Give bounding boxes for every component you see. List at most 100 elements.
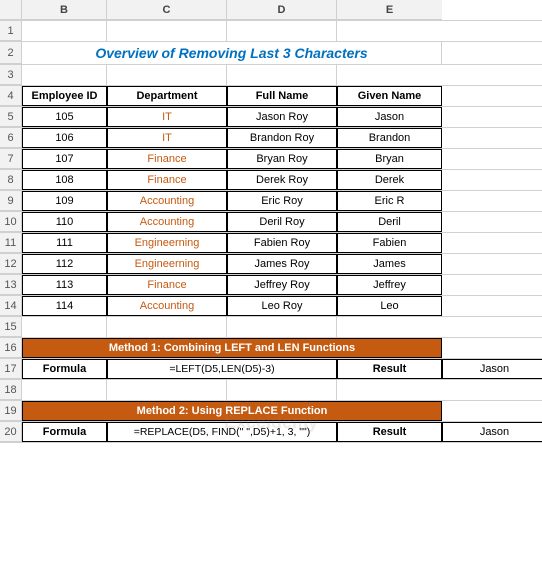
cell-dept-8: Finance (107, 170, 227, 190)
data-row-12: 12 112 Engineerning James Roy James (0, 254, 542, 275)
method2-result: Jason (442, 422, 542, 442)
method2-label: Formula (22, 422, 107, 442)
cell-d3 (227, 65, 337, 85)
row-num-12: 12 (0, 254, 22, 274)
row-num-4: 4 (0, 86, 22, 106)
cell-c1 (107, 21, 227, 41)
row-num-3: 3 (0, 65, 22, 85)
method2-header: Method 2: Using REPLACE Function (22, 401, 442, 421)
row-num-11: 11 (0, 233, 22, 253)
cell-given-5: Jason (337, 107, 442, 127)
corner-header (0, 0, 22, 20)
row-num-20: 20 (0, 422, 22, 442)
col-e-header: E (337, 0, 442, 20)
spreadsheet-container: B C D E 1 2 Overview of Removing Last 3 … (0, 0, 542, 443)
header-department: Department (107, 86, 227, 106)
method1-header: Method 1: Combining LEFT and LEN Functio… (22, 338, 442, 358)
cell-full-9: Eric Roy (227, 191, 337, 211)
header-employee-id: Employee ID (22, 86, 107, 106)
cell-id-5: 105 (22, 107, 107, 127)
data-row-7: 7 107 Finance Bryan Roy Bryan (0, 149, 542, 170)
cell-dept-10: Accounting (107, 212, 227, 232)
cell-dept-5: IT (107, 107, 227, 127)
row-4-headers: 4 Employee ID Department Full Name Given… (0, 86, 542, 107)
cell-id-9: 109 (22, 191, 107, 211)
cell-dept-14: Accounting (107, 296, 227, 316)
row-num-5: 5 (0, 107, 22, 127)
cell-e18 (337, 380, 442, 400)
header-given-name: Given Name (337, 86, 442, 106)
row-num-18: 18 (0, 380, 22, 400)
row-num-17: 17 (0, 359, 22, 379)
col-b-header: B (22, 0, 107, 20)
cell-full-10: Deril Roy (227, 212, 337, 232)
row-20: 20 Formula =REPLACE(D5, FIND(" ",D5)+1, … (0, 422, 542, 443)
cell-id-12: 112 (22, 254, 107, 274)
data-row-8: 8 108 Finance Derek Roy Derek (0, 170, 542, 191)
data-row-10: 10 110 Accounting Deril Roy Deril (0, 212, 542, 233)
method1-result-label: Result (337, 359, 442, 379)
title-cell: Overview of Removing Last 3 Characters (22, 42, 442, 64)
cell-dept-11: Engineerning (107, 233, 227, 253)
cell-full-13: Jeffrey Roy (227, 275, 337, 295)
cell-e1 (337, 21, 442, 41)
cell-given-6: Brandon (337, 128, 442, 148)
cell-given-12: James (337, 254, 442, 274)
data-row-9: 9 109 Accounting Eric Roy Eric R (0, 191, 542, 212)
cell-d18 (227, 380, 337, 400)
data-row-14: 14 114 Accounting Leo Roy Leo (0, 296, 542, 317)
row-num-16: 16 (0, 338, 22, 358)
data-row-5: 5 105 IT Jason Roy Jason (0, 107, 542, 128)
col-d-header: D (227, 0, 337, 20)
row-num-6: 6 (0, 128, 22, 148)
row-3: 3 (0, 65, 542, 86)
cell-given-14: Leo (337, 296, 442, 316)
row-18: 18 (0, 380, 542, 401)
cell-id-8: 108 (22, 170, 107, 190)
cell-id-14: 114 (22, 296, 107, 316)
method2-formula: =REPLACE(D5, FIND(" ",D5)+1, 3, "") (107, 422, 337, 442)
method1-label: Formula (22, 359, 107, 379)
method1-formula: =LEFT(D5,LEN(D5)-3) (107, 359, 337, 379)
row-num-15: 15 (0, 317, 22, 337)
cell-full-8: Derek Roy (227, 170, 337, 190)
row-2: 2 Overview of Removing Last 3 Characters (0, 42, 542, 65)
row-19: 19 Method 2: Using REPLACE Function (0, 401, 542, 422)
data-row-13: 13 113 Finance Jeffrey Roy Jeffrey (0, 275, 542, 296)
cell-b1 (22, 21, 107, 41)
cell-e3 (337, 65, 442, 85)
cell-d15 (227, 317, 337, 337)
row-num-19: 19 (0, 401, 22, 421)
cell-c15 (107, 317, 227, 337)
method1-result: Jason (442, 359, 542, 379)
cell-dept-7: Finance (107, 149, 227, 169)
row-num-1: 1 (0, 21, 22, 41)
cell-id-7: 107 (22, 149, 107, 169)
col-c-header: C (107, 0, 227, 20)
cell-given-11: Fabien (337, 233, 442, 253)
cell-id-10: 110 (22, 212, 107, 232)
cell-dept-6: IT (107, 128, 227, 148)
cell-dept-13: Finance (107, 275, 227, 295)
row-num-2: 2 (0, 42, 22, 64)
cell-full-7: Bryan Roy (227, 149, 337, 169)
cell-full-6: Brandon Roy (227, 128, 337, 148)
row-num-8: 8 (0, 170, 22, 190)
cell-id-6: 106 (22, 128, 107, 148)
cell-dept-12: Engineerning (107, 254, 227, 274)
cell-b3 (22, 65, 107, 85)
row-num-10: 10 (0, 212, 22, 232)
cell-dept-9: Accounting (107, 191, 227, 211)
row-num-9: 9 (0, 191, 22, 211)
cell-b18 (22, 380, 107, 400)
data-row-11: 11 111 Engineerning Fabien Roy Fabien (0, 233, 542, 254)
cell-id-13: 113 (22, 275, 107, 295)
cell-given-8: Derek (337, 170, 442, 190)
data-row-6: 6 106 IT Brandon Roy Brandon (0, 128, 542, 149)
cell-full-12: James Roy (227, 254, 337, 274)
cell-given-9: Eric R (337, 191, 442, 211)
cell-given-13: Jeffrey (337, 275, 442, 295)
cell-full-5: Jason Roy (227, 107, 337, 127)
row-num-14: 14 (0, 296, 22, 316)
cell-e15 (337, 317, 442, 337)
